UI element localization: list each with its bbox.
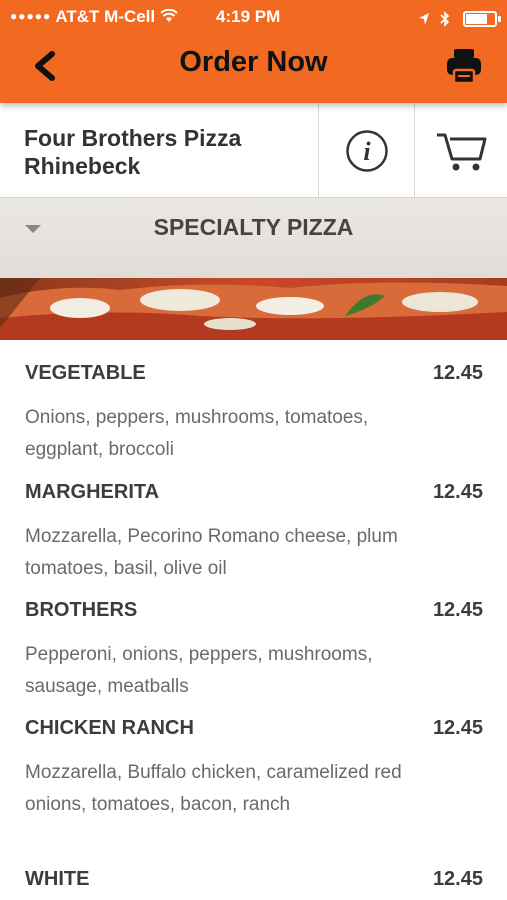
menu-item-price: 12.45: [432, 599, 483, 621]
battery-level-fill: [466, 13, 487, 24]
menu-item-name: CHICKEN RANCH: [25, 717, 194, 739]
wifi-icon: [160, 8, 178, 22]
svg-text:i: i: [363, 137, 371, 166]
store-name: Four Brothers Pizza Rhinebeck: [24, 125, 242, 179]
store-info-button[interactable]: i: [318, 103, 414, 198]
cart-button[interactable]: [414, 103, 507, 198]
menu-item-price: 12.45: [432, 717, 483, 739]
menu-item-name: WHITE: [25, 868, 90, 890]
bluetooth-icon: [440, 10, 450, 27]
cart-icon: [437, 133, 487, 170]
print-button[interactable]: [443, 46, 485, 86]
printer-icon: [447, 49, 481, 85]
category-title: SPECIALTY PIZZA: [153, 214, 354, 240]
status-time: 4:19 PM: [216, 7, 281, 26]
battery-icon: [463, 10, 501, 27]
menu-item-name: MARGHERITA: [25, 481, 160, 503]
category-header[interactable]: SPECIALTY PIZZA: [0, 198, 507, 278]
location-arrow-icon: [418, 12, 429, 25]
menu-item-price: 12.45: [432, 481, 483, 503]
menu-item-price: 12.45: [432, 868, 483, 890]
menu-item-description: Mozzarella, Pecorino Romano cheese, plum…: [25, 526, 398, 579]
page-title: Order Now: [179, 46, 328, 78]
menu-item-name: BROTHERS: [25, 599, 138, 621]
carrier-name: AT&T M-Cell: [55, 7, 156, 26]
info-icon: i: [345, 129, 388, 172]
menu-item-description: Pepperoni, onions, peppers, mushrooms, s…: [25, 644, 373, 697]
menu-item-description: Onions, peppers, mushrooms, tomatoes, eg…: [25, 407, 369, 460]
menu-item-name: VEGETABLE: [25, 362, 146, 384]
navigation-bar: ●●●●● AT&T M-Cell 4:19 PM Order Now: [0, 0, 507, 103]
status-bar: ●●●●● AT&T M-Cell 4:19 PM: [0, 0, 507, 34]
menu-item-price: 12.45: [432, 362, 483, 384]
menu-list: VEGETABLE 12.45 Onions, peppers, mushroo…: [0, 340, 507, 900]
store-info-row: Four Brothers Pizza Rhinebeck i: [0, 103, 507, 198]
carrier-info: ●●●●● AT&T M-Cell: [10, 7, 178, 27]
menu-item-description: Mozzarella, Buffalo chicken, caramelized…: [25, 762, 402, 815]
pizza-banner-image: [0, 278, 507, 340]
signal-strength-icon: ●●●●●: [10, 9, 52, 23]
status-indicators: [418, 8, 501, 28]
